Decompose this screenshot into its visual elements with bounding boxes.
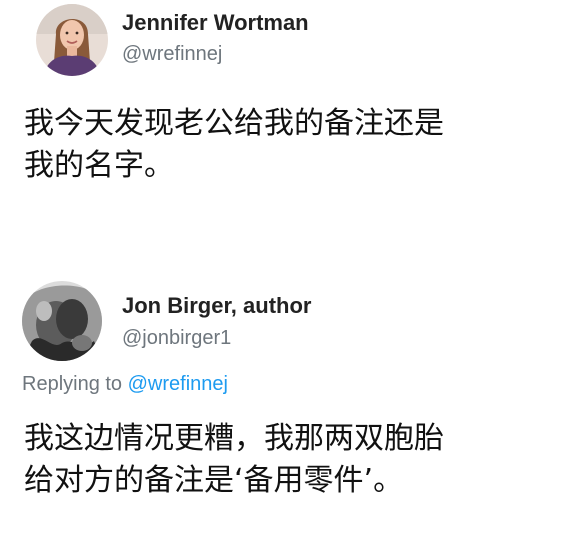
tweet-jennifer-wortman: Jennifer Wortman @wrefinnej 我今天发现老公给我的备注… (0, 0, 580, 265)
avatar-jennifer-wortman[interactable] (36, 4, 108, 76)
avatar-jon-birger[interactable] (22, 281, 102, 361)
author-name[interactable]: Jon Birger, author (122, 293, 311, 319)
tweet-text-line: 给对方的备注是‘备用零件’。 (24, 463, 404, 498)
replying-to-label: Replying to (22, 373, 123, 395)
author-handle[interactable]: @jonbirger1 (122, 327, 231, 350)
tweet-text-line: 我这边情况更糟，我那两双胞胎 (24, 421, 444, 456)
tweet-text-line: 我今天发现老公给我的备注还是 (24, 106, 444, 141)
avatar-portrait-icon (22, 281, 102, 361)
replying-to-line: Replying to @wrefinnej (22, 373, 228, 396)
tweet-jon-birger: Jon Birger, author @jonbirger1 Replying … (0, 265, 580, 549)
reply-mention-link[interactable]: @wrefinnej (128, 373, 228, 395)
tweet-text: 我今天发现老公给我的备注还是 我的名字。 (24, 103, 560, 187)
tweet-text-line: 我的名字。 (24, 148, 174, 183)
avatar-portrait-icon (36, 4, 108, 76)
author-name[interactable]: Jennifer Wortman (122, 10, 309, 36)
tweet-text: 我这边情况更糟，我那两双胞胎 给对方的备注是‘备用零件’。 (24, 418, 560, 502)
author-handle[interactable]: @wrefinnej (122, 43, 222, 66)
